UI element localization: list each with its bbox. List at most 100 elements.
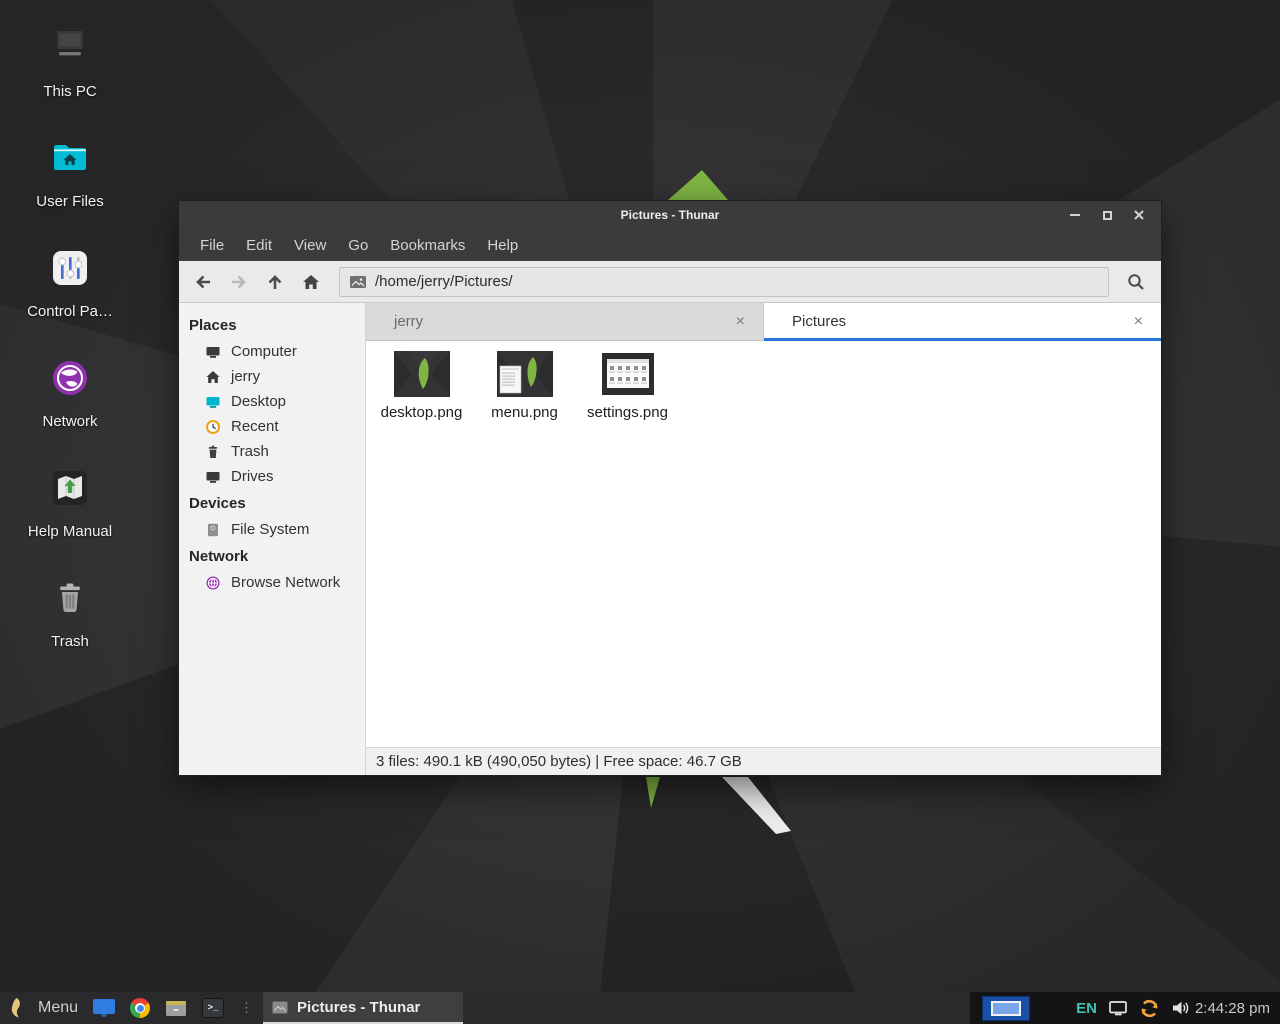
desktop-icon-label: User Files (16, 193, 124, 210)
desktop-icon-label: Control Pa… (16, 303, 124, 320)
image-thumbnail (600, 351, 656, 397)
tab-bar: jerry × Pictures × (366, 303, 1161, 341)
update-arrows-icon (1139, 998, 1160, 1019)
menu-button-label[interactable]: Menu (38, 999, 78, 1017)
sidebar-item-computer[interactable]: Computer (179, 339, 365, 364)
display-tray-button[interactable] (1109, 1001, 1128, 1016)
tab-label: Pictures (792, 313, 1130, 330)
updates-tray-button[interactable] (1139, 998, 1160, 1019)
sidebar-item-label: File System (231, 521, 309, 538)
menu-bookmarks[interactable]: Bookmarks (379, 229, 476, 261)
speaker-icon (1171, 999, 1190, 1017)
image-folder-icon (349, 275, 367, 289)
sidebar-item-label: Recent (231, 418, 279, 435)
image-thumbnail (497, 351, 553, 397)
distro-logo-icon (8, 997, 24, 1019)
maximize-icon (1103, 211, 1112, 220)
chrome-launcher[interactable] (130, 998, 150, 1018)
workspace-switcher[interactable] (982, 996, 1030, 1021)
tasklist-handle-icon: ⋮ (238, 1000, 251, 1016)
volume-tray-button[interactable] (1171, 999, 1190, 1017)
desktop-icon-help-manual[interactable]: Help Manual (16, 464, 124, 540)
tab-close-icon[interactable]: × (1130, 313, 1147, 331)
file-desktop-png[interactable]: desktop.png (370, 349, 473, 421)
home-button[interactable] (293, 266, 329, 298)
system-tray: EN 2:44:28 pm (970, 992, 1280, 1024)
desktop-icon-trash[interactable]: Trash (16, 574, 124, 650)
task-window-icon (272, 1001, 288, 1014)
terminal-launcher[interactable]: >_ (202, 998, 224, 1018)
file-name: menu.png (491, 404, 558, 421)
menu-view[interactable]: View (283, 229, 337, 261)
menu-go[interactable]: Go (337, 229, 379, 261)
maximize-button[interactable] (1091, 201, 1123, 229)
window-titlebar[interactable]: Pictures - Thunar (179, 201, 1161, 229)
back-arrow-icon (193, 272, 213, 292)
desktop-icon-user-files[interactable]: User Files (16, 134, 124, 210)
desktop-icon-control-panel[interactable]: Control Pa… (16, 244, 124, 320)
file-name: settings.png (587, 404, 668, 421)
close-button[interactable] (1123, 201, 1155, 229)
desktop-icon-label: Network (16, 413, 124, 430)
menu-file[interactable]: File (189, 229, 235, 261)
toolbar: /home/jerry/Pictures/ (179, 261, 1161, 303)
help-manual-icon (46, 464, 94, 512)
sidebar-header-network: Network (179, 542, 365, 570)
keyboard-layout-indicator[interactable]: EN (1076, 1000, 1097, 1017)
archive-launcher[interactable] (164, 998, 188, 1018)
sidebar-header-devices: Devices (179, 489, 365, 517)
tab-pictures[interactable]: Pictures × (764, 303, 1161, 340)
sidebar-item-label: Computer (231, 343, 297, 360)
back-button[interactable] (185, 266, 221, 298)
file-list[interactable]: desktop.png menu.png settings.png (366, 341, 1161, 747)
minimize-button[interactable] (1059, 201, 1091, 229)
sidebar-item-desktop[interactable]: Desktop (179, 389, 365, 414)
menu-edit[interactable]: Edit (235, 229, 283, 261)
recent-clock-icon (205, 419, 221, 435)
close-icon (1133, 209, 1145, 221)
forward-button[interactable] (221, 266, 257, 298)
laptop-icon (46, 24, 94, 72)
drives-icon (205, 469, 221, 485)
path-bar[interactable]: /home/jerry/Pictures/ (339, 267, 1109, 297)
home-icon (205, 369, 221, 385)
trash-icon (205, 444, 221, 460)
browse-network-icon (205, 575, 221, 591)
sidebar-item-label: Drives (231, 468, 274, 485)
desktop-icon-network[interactable]: Network (16, 354, 124, 430)
up-button[interactable] (257, 266, 293, 298)
tab-jerry[interactable]: jerry × (366, 303, 764, 340)
hard-drive-icon (205, 522, 221, 538)
sidebar-item-label: jerry (231, 368, 260, 385)
search-icon (1126, 272, 1146, 292)
sidebar-item-jerry[interactable]: jerry (179, 364, 365, 389)
search-button[interactable] (1117, 266, 1155, 298)
sidebar-item-trash[interactable]: Trash (179, 439, 365, 464)
app-menu-button[interactable] (8, 997, 24, 1019)
sidebar-item-label: Trash (231, 443, 269, 460)
window-title: Pictures - Thunar (621, 208, 720, 222)
blue-screen-icon (92, 998, 116, 1018)
sidebar-item-browse-network[interactable]: Browse Network (179, 570, 365, 595)
menu-help[interactable]: Help (476, 229, 529, 261)
desktop-icon (205, 394, 221, 410)
file-settings-png[interactable]: settings.png (576, 349, 679, 421)
control-panel-icon (46, 244, 94, 292)
file-menu-png[interactable]: menu.png (473, 349, 576, 421)
sidebar-item-recent[interactable]: Recent (179, 414, 365, 439)
taskbar-task-thunar[interactable]: Pictures - Thunar (263, 992, 463, 1024)
desktop-icon-label: This PC (16, 83, 124, 100)
sidebar-item-drives[interactable]: Drives (179, 464, 365, 489)
menu-bar: File Edit View Go Bookmarks Help (179, 229, 1161, 261)
chrome-icon (130, 998, 150, 1018)
active-workspace (991, 1001, 1021, 1016)
file-manager-launcher[interactable] (92, 998, 116, 1018)
file-cabinet-icon (164, 998, 188, 1018)
clock[interactable]: 2:44:28 pm (1195, 1000, 1270, 1017)
sidebar-item-file-system[interactable]: File System (179, 517, 365, 542)
desktop-icon-this-pc[interactable]: This PC (16, 24, 124, 100)
status-text: 3 files: 490.1 kB (490,050 bytes) | Free… (376, 753, 742, 770)
terminal-icon: >_ (208, 1003, 219, 1013)
tab-close-icon[interactable]: × (732, 313, 749, 331)
status-bar: 3 files: 490.1 kB (490,050 bytes) | Free… (366, 747, 1161, 775)
